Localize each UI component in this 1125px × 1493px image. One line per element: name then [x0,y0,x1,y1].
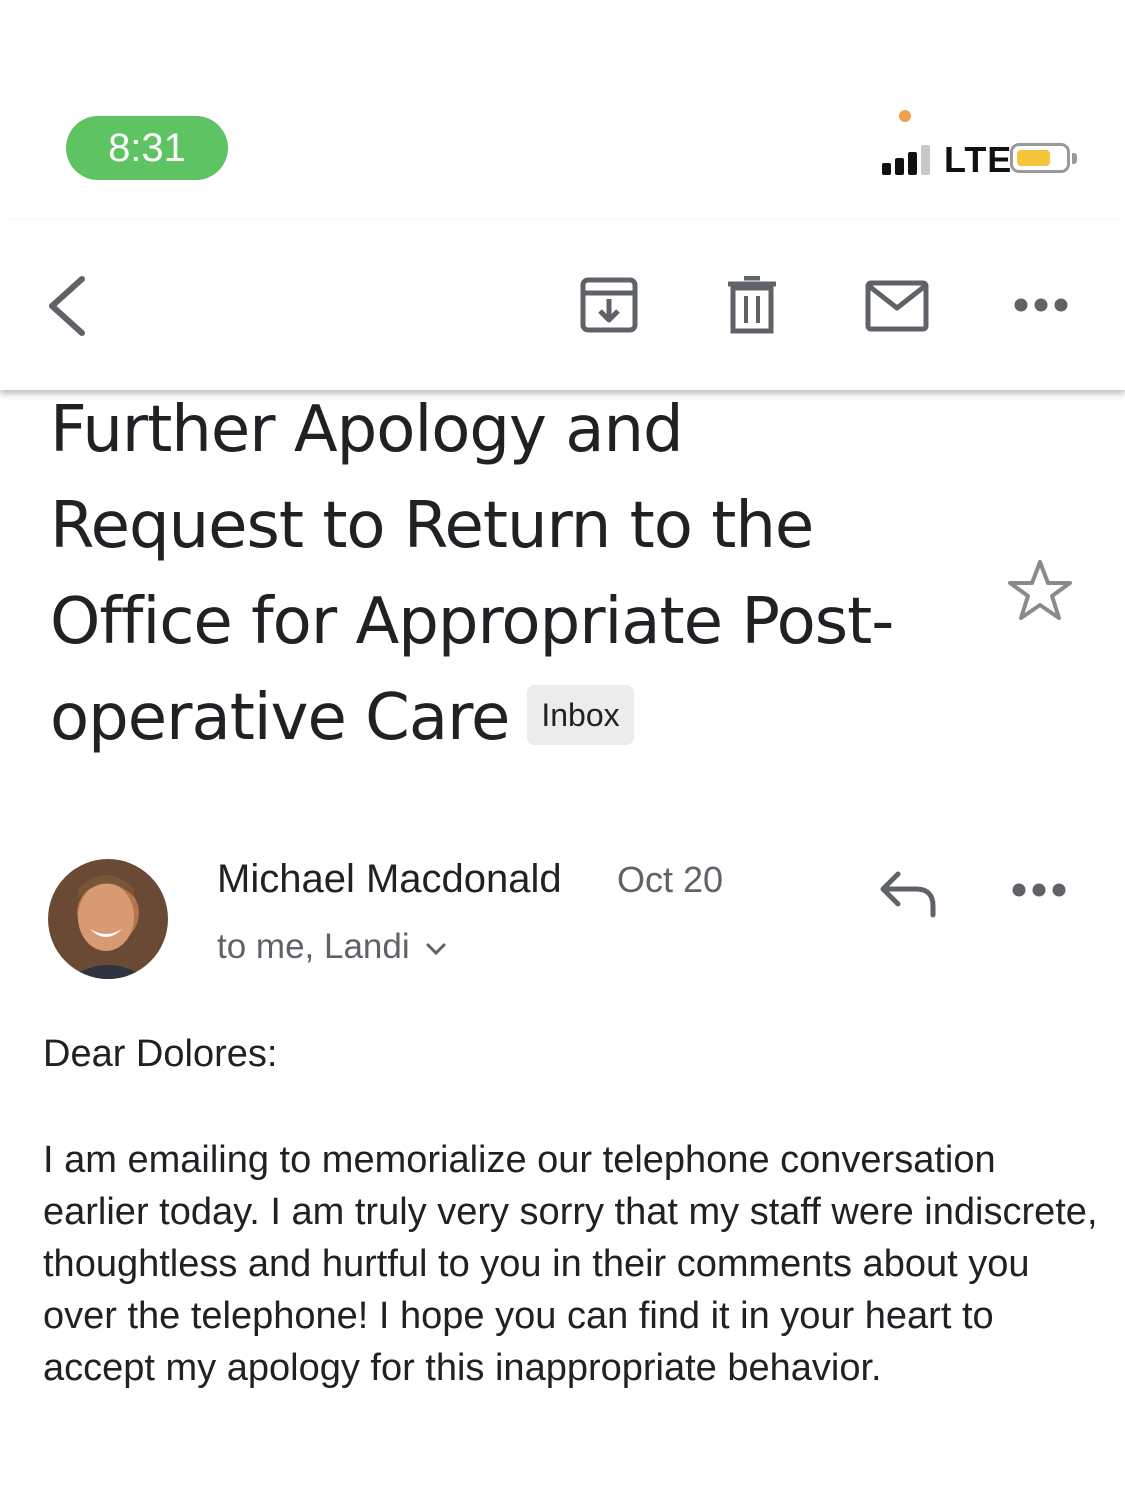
privacy-indicator-dot [899,110,911,122]
signal-icon [882,143,934,175]
email-greeting: Dear Dolores: [43,1033,278,1075]
more-icon[interactable] [1014,297,1068,313]
sender-name: Michael Macdonald [217,857,562,901]
message-more-icon[interactable] [1012,882,1066,898]
reply-icon[interactable] [878,870,938,918]
inbox-label-chip[interactable]: Inbox [527,685,634,746]
email-body-paragraph: I am emailing to memorialize our telepho… [43,1139,1098,1389]
recipients-toggle[interactable]: to me, Landi [217,925,447,969]
delete-icon[interactable] [726,276,778,334]
back-icon[interactable] [44,275,90,337]
battery-icon [1010,143,1077,173]
status-bar: 8:31 LTE [0,0,1125,220]
sender-avatar[interactable] [48,859,168,979]
archive-icon[interactable] [580,277,638,333]
email-toolbar [0,220,1125,390]
star-icon[interactable] [1006,558,1074,622]
email-subject-text: Further Apology and Request to Return to… [50,393,894,755]
mark-unread-icon[interactable] [865,280,929,332]
network-type: LTE [944,139,1013,180]
recipients-text: to me, Landi [217,927,410,966]
status-time: 8:31 [66,116,228,180]
email-subject: Further Apology and Request to Return to… [50,382,950,766]
chevron-down-icon [426,943,446,955]
email-date: Oct 20 [617,859,724,900]
